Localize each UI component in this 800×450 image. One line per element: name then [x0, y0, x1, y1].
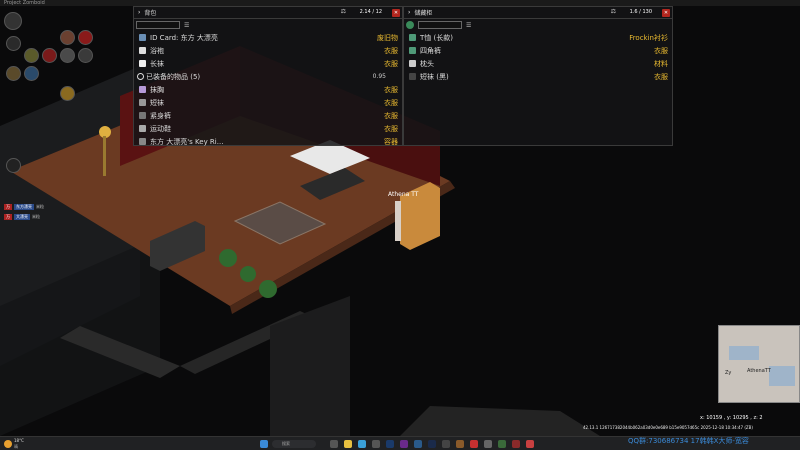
- party-tag: 万: [4, 204, 12, 210]
- collapse-icon[interactable]: ›: [138, 9, 140, 16]
- mood-icon[interactable]: [78, 30, 93, 45]
- party-member[interactable]: 万 大漂亮 米粒: [4, 212, 89, 222]
- item-icon: [139, 86, 146, 93]
- item-icon: [409, 60, 416, 67]
- party-label: 大漂亮: [14, 214, 30, 220]
- weight-icon: ⚖: [340, 8, 346, 15]
- item-icon: [409, 34, 416, 41]
- face-icon[interactable]: [60, 30, 75, 45]
- minimap-road: [769, 366, 795, 386]
- app-icon[interactable]: [484, 440, 492, 448]
- item-icon: [139, 47, 146, 54]
- close-button[interactable]: ✕: [662, 9, 670, 17]
- inventory-weight: 2.14 / 12: [359, 9, 382, 15]
- task-view-icon[interactable]: [330, 440, 338, 448]
- party-member[interactable]: 万 东方漂亮 米粒: [4, 202, 89, 212]
- item-icon: [409, 47, 416, 54]
- app-icon[interactable]: [526, 440, 534, 448]
- party-level: 米粒: [32, 214, 40, 219]
- container-title: 储藏柜: [414, 10, 433, 17]
- app-icon[interactable]: [386, 440, 394, 448]
- app-icon[interactable]: [400, 440, 408, 448]
- weather-desc: 晴: [14, 444, 18, 449]
- list-item[interactable]: 四角裤 衣服: [404, 44, 672, 57]
- list-view-icon[interactable]: ☰: [184, 22, 189, 29]
- list-item[interactable]: 浴袍 衣服: [134, 44, 402, 57]
- minimap-player-label: AthenaTT: [747, 368, 771, 374]
- collapse-icon[interactable]: ›: [408, 9, 410, 16]
- container-search-row: ☰: [404, 19, 672, 31]
- item-icon: [139, 112, 146, 119]
- inventory-icon[interactable]: [4, 12, 22, 30]
- party-label: 东方漂亮: [14, 204, 34, 210]
- list-item[interactable]: 短袜 衣服: [134, 96, 402, 109]
- map-icon[interactable]: [60, 48, 75, 63]
- item-icon: [139, 34, 146, 41]
- item-icon: [139, 125, 146, 132]
- windows-start-icon[interactable]: [260, 440, 268, 448]
- app-icon[interactable]: [470, 440, 478, 448]
- inventory-search-row: ☰: [134, 19, 402, 31]
- loot-all-icon[interactable]: [406, 21, 414, 29]
- party-list: 万 东方漂亮 米粒 万 大漂亮 米粒: [4, 202, 89, 222]
- coords-readout: x: 10159 , y: 10295 , z: 2: [700, 415, 763, 421]
- app-icon[interactable]: [512, 440, 520, 448]
- list-item[interactable]: 运动鞋 衣服: [134, 122, 402, 135]
- app-icon[interactable]: [372, 440, 380, 448]
- close-button[interactable]: ✕: [392, 9, 400, 17]
- search-mode-icon[interactable]: [6, 158, 21, 173]
- list-item[interactable]: 紧身裤 衣服: [134, 109, 402, 122]
- hud-sidebar: [2, 8, 97, 173]
- container-header: › 储藏柜 ⚖ 1.6 / 130 ✕: [404, 7, 672, 19]
- weather-icon[interactable]: [4, 440, 12, 448]
- app-icon[interactable]: [498, 440, 506, 448]
- list-item[interactable]: 东方 大漂亮's Key Ri... 容器: [134, 135, 402, 148]
- health-icon[interactable]: [6, 36, 21, 51]
- list-item[interactable]: 枕头 材料: [404, 57, 672, 70]
- player-name-tag: Athena TT: [388, 191, 419, 198]
- app-icon[interactable]: [456, 440, 464, 448]
- minimap-road: [729, 346, 759, 360]
- collapse-circle-icon[interactable]: [137, 73, 144, 80]
- hunger-icon[interactable]: [60, 86, 75, 101]
- taskbar-search-placeholder: 搜索: [282, 441, 290, 446]
- temperature-icon[interactable]: [24, 66, 39, 81]
- party-level: 米粒: [36, 204, 44, 209]
- steam-icon[interactable]: [428, 440, 436, 448]
- list-item[interactable]: 长袜 衣服: [134, 57, 402, 70]
- list-item[interactable]: T恤 (长款) Frockin衬衫: [404, 31, 672, 44]
- inventory-search-input[interactable]: [136, 21, 180, 29]
- explorer-icon[interactable]: [344, 440, 352, 448]
- inventory-header: › 背包 ⚖ 2.14 / 12 ✕: [134, 7, 402, 19]
- watermark: QQ群:730686734 17韩韩X大师-宽容: [628, 437, 749, 445]
- app-icon[interactable]: [414, 440, 422, 448]
- minimap[interactable]: AthenaTT Zy: [718, 325, 800, 403]
- container-search-input[interactable]: [418, 21, 462, 29]
- version-line: 42.13.1 126717382044b062a03d0e0e689 b15e…: [583, 425, 753, 430]
- settings-icon[interactable]: [78, 48, 93, 63]
- inventory-title: 背包: [144, 10, 157, 17]
- item-icon: [139, 60, 146, 67]
- inventory-panel: › 背包 ⚖ 2.14 / 12 ✕ ☰ ID Card: 东方 大漂亮 废旧物 …: [133, 6, 403, 146]
- list-item[interactable]: 短袜 (黑) 衣服: [404, 70, 672, 83]
- list-item[interactable]: ID Card: 东方 大漂亮 废旧物: [134, 31, 402, 44]
- build-icon[interactable]: [6, 66, 21, 81]
- taskbar-search-input[interactable]: 搜索: [272, 440, 316, 448]
- equipped-group[interactable]: 已装备的物品 (5) 0.95: [134, 70, 402, 83]
- weather-temp: 18°C: [14, 438, 24, 443]
- crafting-icon[interactable]: [24, 48, 39, 63]
- minimap-other-label: Zy: [725, 370, 732, 376]
- container-weight: 1.6 / 130: [629, 9, 652, 15]
- item-icon: [139, 138, 146, 145]
- app-icon[interactable]: [442, 440, 450, 448]
- list-view-icon[interactable]: ☰: [466, 22, 471, 29]
- item-icon: [139, 99, 146, 106]
- weight-icon: ⚖: [610, 8, 616, 15]
- party-tag: 万: [4, 214, 12, 220]
- edge-icon[interactable]: [358, 440, 366, 448]
- list-item[interactable]: 抹胸 衣服: [134, 83, 402, 96]
- container-panel: › 储藏柜 ⚖ 1.6 / 130 ✕ ☰ T恤 (长款) Frockin衬衫 四…: [403, 6, 673, 146]
- item-icon: [409, 73, 416, 80]
- heart-icon[interactable]: [42, 48, 57, 63]
